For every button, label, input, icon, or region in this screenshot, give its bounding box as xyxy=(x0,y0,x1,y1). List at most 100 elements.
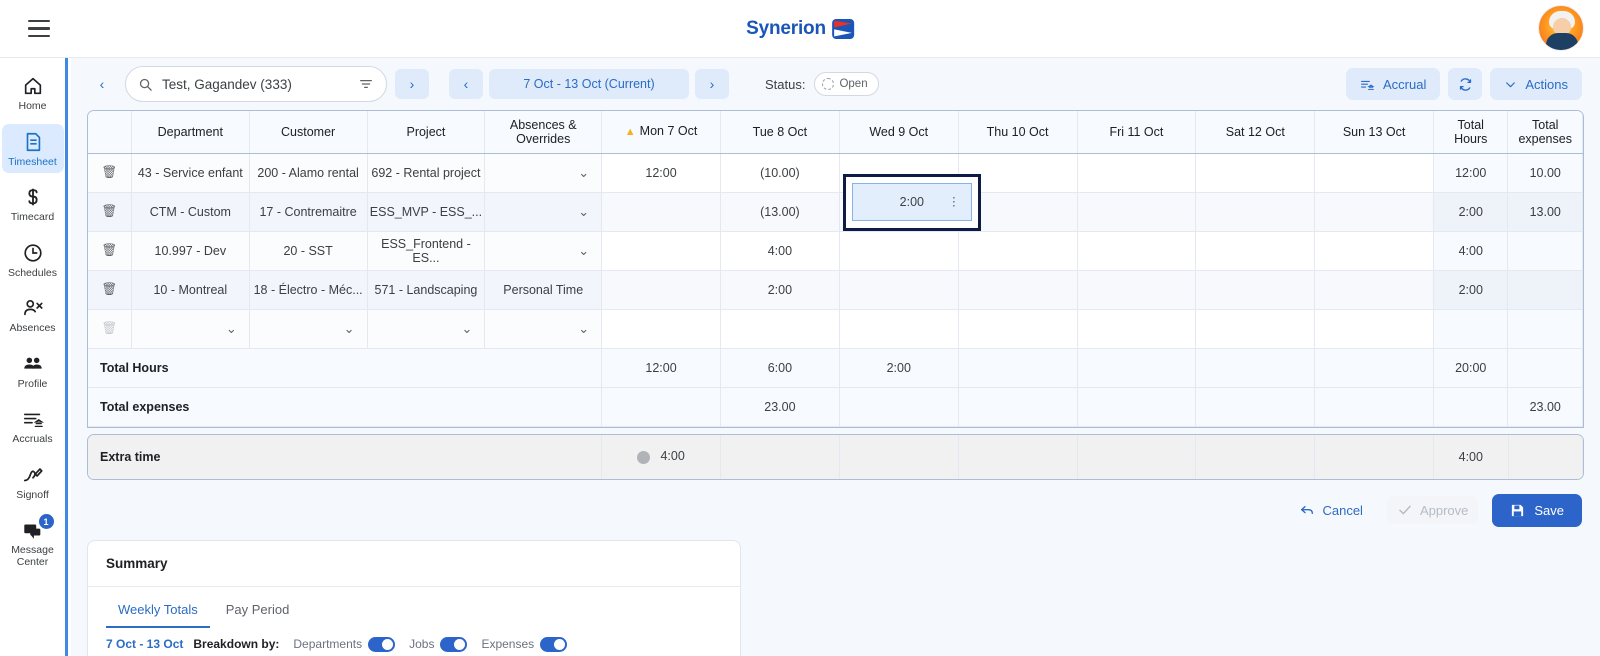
cell-day-wed[interactable] xyxy=(839,270,959,310)
tab-weekly-totals[interactable]: Weekly Totals xyxy=(106,595,210,628)
avatar[interactable] xyxy=(1538,5,1584,51)
cell-project[interactable]: ESS_MVP - ESS_... xyxy=(367,192,486,232)
sidebar-item-absences[interactable]: Absences xyxy=(2,290,64,340)
status-badge[interactable]: Open xyxy=(814,72,879,96)
table-row[interactable]: 🗑 10 - Montreal 18 - Électro - Méc... 57… xyxy=(88,270,1583,310)
sidebar-item-schedules[interactable]: Schedules xyxy=(2,235,64,285)
delete-row-button[interactable]: 🗑 xyxy=(88,231,132,271)
table-row[interactable]: 🗑 10.997 - Dev 20 - SST ESS_Frontend - E… xyxy=(88,231,1583,271)
filter-icon[interactable] xyxy=(358,76,374,92)
sidebar-item-timecard[interactable]: Timecard xyxy=(2,179,64,229)
sidebar-item-message-center[interactable]: 1 Message Center xyxy=(2,512,64,573)
cell-day-mon[interactable]: 12:00 xyxy=(601,153,721,193)
chevron-down-icon[interactable]: ⌄ xyxy=(578,321,589,337)
cell-day-mon[interactable] xyxy=(601,192,721,232)
cell-day-mon[interactable] xyxy=(601,309,721,349)
cell-project[interactable]: 692 - Rental project xyxy=(367,153,486,193)
prev-employee-button[interactable]: ‹ xyxy=(85,69,119,99)
actions-button[interactable]: Actions xyxy=(1490,68,1582,100)
next-employee-button[interactable]: › xyxy=(395,69,429,99)
cell-day-sun[interactable] xyxy=(1314,231,1435,271)
expenses-toggle[interactable] xyxy=(540,636,568,652)
cell-project[interactable]: ESS_Frontend - ES... xyxy=(367,231,486,271)
sidebar-item-timesheet[interactable]: Timesheet xyxy=(1,123,64,173)
sidebar-item-home[interactable]: Home xyxy=(2,68,64,118)
chevron-down-icon[interactable]: ⌄ xyxy=(578,243,589,259)
cell-absences[interactable]: ⌄ xyxy=(484,192,603,232)
date-range-display[interactable]: 7 Oct - 13 Oct (Current) xyxy=(489,69,689,99)
sidebar-item-profile[interactable]: Profile xyxy=(2,346,64,396)
cell-day-wed-selected[interactable]: 2:00 ⋮ xyxy=(839,173,981,232)
next-period-button[interactable]: › xyxy=(695,69,729,99)
cell-day-fri[interactable] xyxy=(1077,231,1197,271)
cell-day-tue[interactable]: 4:00 xyxy=(720,231,840,271)
cell-department[interactable]: 10 - Montreal xyxy=(131,270,250,310)
cell-customer[interactable]: 17 - Contremaitre xyxy=(249,192,368,232)
cell-absences[interactable]: Personal Time xyxy=(484,270,603,310)
chevron-down-icon[interactable]: ⌄ xyxy=(461,321,472,337)
cell-day-sat[interactable] xyxy=(1195,153,1316,193)
delete-row-button[interactable]: 🗑 xyxy=(88,153,132,193)
cell-day-thu[interactable] xyxy=(958,270,1078,310)
chevron-down-icon[interactable]: ⌄ xyxy=(344,321,355,337)
sidebar-item-signoff[interactable]: Signoff xyxy=(2,457,64,507)
cell-day-sat[interactable] xyxy=(1195,309,1316,349)
cell-day-sun[interactable] xyxy=(1314,270,1435,310)
sidebar-item-accruals[interactable]: Accruals xyxy=(2,401,64,451)
cell-absences[interactable]: ⌄ xyxy=(484,231,603,271)
cell-absences[interactable]: ⌄ xyxy=(484,153,603,193)
accrual-button[interactable]: Accrual xyxy=(1346,68,1441,100)
chevron-down-icon[interactable]: ⌄ xyxy=(578,165,589,181)
cell-customer[interactable]: 200 - Alamo rental xyxy=(249,153,368,193)
cell-day-sun[interactable] xyxy=(1314,192,1435,232)
cell-day-tue[interactable]: (13.00) xyxy=(720,192,840,232)
cell-customer-select[interactable]: ⌄ xyxy=(249,309,368,349)
departments-toggle[interactable] xyxy=(368,636,396,652)
cell-day-wed[interactable] xyxy=(839,309,959,349)
previous-period-button[interactable]: ‹ xyxy=(449,69,483,99)
search-input[interactable]: Test, Gagandev (333) xyxy=(125,66,387,102)
cancel-button[interactable]: Cancel xyxy=(1289,496,1372,524)
cell-day-fri[interactable] xyxy=(1077,192,1197,232)
cell-day-sun[interactable] xyxy=(1314,309,1435,349)
cell-day-wed[interactable] xyxy=(839,231,959,271)
refresh-button[interactable] xyxy=(1448,68,1483,100)
save-button[interactable]: Save xyxy=(1492,493,1582,527)
table-row[interactable]: 🗑 43 - Service enfant 200 - Alamo rental… xyxy=(88,153,1583,193)
jobs-toggle[interactable] xyxy=(440,636,468,652)
status-label: Status: xyxy=(765,76,806,92)
cell-customer[interactable]: 18 - Électro - Méc... xyxy=(249,270,368,310)
chevron-down-icon[interactable]: ⌄ xyxy=(226,321,237,337)
cell-day-thu[interactable] xyxy=(958,231,1078,271)
cell-day-fri[interactable] xyxy=(1077,153,1197,193)
tab-pay-period[interactable]: Pay Period xyxy=(214,595,302,628)
cell-day-sat[interactable] xyxy=(1195,192,1316,232)
cell-day-sat[interactable] xyxy=(1195,231,1316,271)
cell-day-mon[interactable] xyxy=(601,270,721,310)
cell-day-mon[interactable] xyxy=(601,231,721,271)
cell-department-select[interactable]: ⌄ xyxy=(131,309,250,349)
cell-day-fri[interactable] xyxy=(1077,309,1197,349)
table-row-new[interactable]: 🗑 ⌄ ⌄ ⌄ ⌄ xyxy=(88,309,1583,349)
selected-cell-editor[interactable]: 2:00 ⋮ xyxy=(851,183,972,221)
cell-project-select[interactable]: ⌄ xyxy=(367,309,486,349)
cell-project[interactable]: 571 - Landscaping xyxy=(367,270,486,310)
table-row[interactable]: 🗑 CTM - Custom 17 - Contremaitre ESS_MVP… xyxy=(88,173,1583,232)
cell-day-tue[interactable]: 2:00 xyxy=(720,270,840,310)
cell-department[interactable]: 10.997 - Dev xyxy=(131,231,250,271)
hamburger-icon[interactable] xyxy=(22,12,56,46)
chevron-down-icon[interactable]: ⌄ xyxy=(578,204,589,220)
cell-department[interactable]: 43 - Service enfant xyxy=(131,153,250,193)
cell-customer[interactable]: 20 - SST xyxy=(249,231,368,271)
cell-day-sun[interactable] xyxy=(1314,153,1435,193)
cell-day-sat[interactable] xyxy=(1195,270,1316,310)
cell-day-thu[interactable] xyxy=(958,309,1078,349)
cell-department[interactable]: CTM - Custom xyxy=(131,192,250,232)
cell-absences-select[interactable]: ⌄ xyxy=(484,309,603,349)
delete-row-button[interactable]: 🗑 xyxy=(88,192,132,232)
cell-day-fri[interactable] xyxy=(1077,270,1197,310)
cell-menu-icon[interactable]: ⋮ xyxy=(948,196,960,208)
cell-day-tue[interactable]: (10.00) xyxy=(720,153,840,193)
delete-row-button[interactable]: 🗑 xyxy=(88,270,132,310)
cell-day-tue[interactable] xyxy=(720,309,840,349)
